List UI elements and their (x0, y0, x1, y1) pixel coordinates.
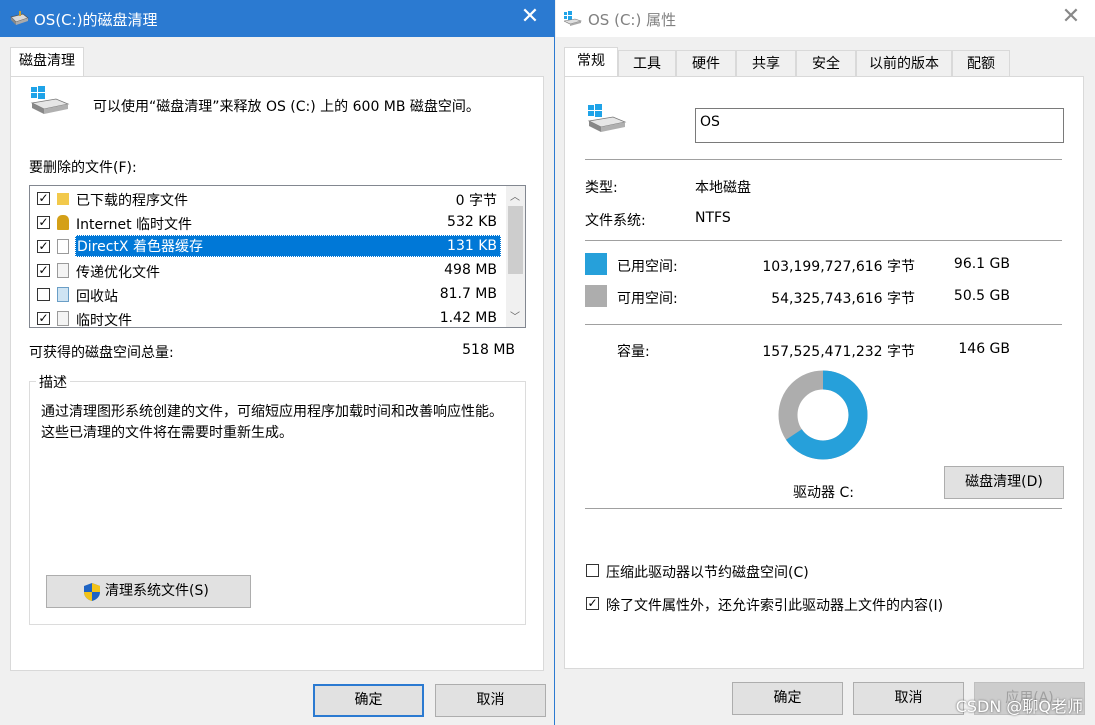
file-size: 81.7 MB (439, 286, 497, 302)
compress-checkbox[interactable] (586, 564, 599, 577)
disk-cleanup-window: OS(C:)的磁盘清理 ✕ 磁盘清理 可以使用“磁盘清理”来释放 OS (C:)… (0, 0, 555, 725)
compress-label[interactable]: 压缩此驱动器以节约磁盘空间(C) (606, 562, 809, 582)
scrollbar-thumb[interactable] (508, 206, 523, 274)
tab-disk-cleanup[interactable]: 磁盘清理 (10, 47, 84, 77)
file-size: 0 字节 (455, 193, 497, 209)
files-label: 要删除的文件(F): (29, 160, 137, 176)
file-checkbox[interactable] (37, 288, 50, 301)
drive-icon (30, 86, 70, 114)
file-checkbox[interactable]: ✓ (37, 264, 50, 277)
file-size: 498 MB (444, 262, 497, 278)
scrollbar[interactable]: ︿ ﹀ (506, 186, 525, 327)
file-size: 131 KB (447, 238, 497, 254)
index-checkbox[interactable]: ✓ (586, 597, 599, 610)
tab-previous-versions[interactable]: 以前的版本 (856, 50, 952, 76)
drive-letter-label: 驱动器 C: (793, 485, 854, 501)
ok-button[interactable]: 确定 (732, 682, 843, 715)
file-size: 532 KB (447, 214, 497, 230)
window-title: OS(C:)的磁盘清理 (34, 11, 158, 29)
title-bar[interactable]: OS (C:) 属性 ✕ (556, 0, 1095, 37)
description-title: 描述 (36, 372, 70, 392)
ok-button[interactable]: 确定 (313, 684, 424, 717)
total-value: 518 MB (462, 342, 515, 358)
file-system-label: 文件系统: (585, 213, 646, 229)
total-label: 可获得的磁盘空间总量: (29, 345, 174, 361)
disk-cleanup-button[interactable]: 磁盘清理(D) (944, 466, 1064, 499)
file-size: 1.42 MB (439, 310, 497, 326)
file-checkbox[interactable]: ✓ (37, 192, 50, 205)
cleanup-panel: 可以使用“磁盘清理”来释放 OS (C:) 上的 600 MB 磁盘空间。 要删… (10, 76, 544, 671)
type-value: 本地磁盘 (695, 180, 751, 196)
tab-hardware[interactable]: 硬件 (676, 50, 736, 76)
file-label: 传递优化文件 (76, 265, 160, 281)
file-system-value: NTFS (695, 210, 731, 226)
watermark: CSDN @聊Q老师 (955, 697, 1083, 716)
window-title: OS (C:) 属性 (588, 11, 677, 29)
divider (585, 240, 1062, 241)
divider (585, 159, 1062, 160)
list-item[interactable]: ✓ Internet 临时文件 532 KB (31, 211, 503, 235)
cleanup-system-files-label: 清理系统文件(S) (105, 583, 209, 599)
folder-icon (57, 193, 69, 205)
file-checkbox[interactable]: ✓ (37, 312, 50, 325)
tab-security[interactable]: 安全 (796, 50, 856, 76)
file-icon (57, 263, 69, 278)
properties-window: OS (C:) 属性 ✕ 常规 工具 硬件 共享 安全 以前的版本 配额 OS 类型: 本地… (556, 0, 1095, 725)
file-label: 已下载的程序文件 (76, 193, 188, 209)
usage-donut (778, 370, 868, 460)
used-space-label: 已用空间: (617, 259, 678, 275)
drive-name-input[interactable]: OS (695, 108, 1064, 143)
free-space-bytes: 54,325,743,616 字节 (771, 291, 915, 307)
list-item[interactable]: ✓ 已下载的程序文件 0 字节 (31, 187, 503, 211)
capacity-label: 容量: (617, 344, 650, 360)
description-text: 通过清理图形系统创建的文件，可缩短应用程序加载时间和改善响应性能。这些已清理的文… (41, 404, 503, 441)
file-label: Internet 临时文件 (76, 217, 193, 233)
tab-quota[interactable]: 配额 (952, 50, 1010, 76)
intro-text: 可以使用“磁盘清理”来释放 OS (C:) 上的 600 MB 磁盘空间。 (93, 99, 480, 115)
used-space-bytes: 103,199,727,616 字节 (762, 259, 915, 275)
free-space-label: 可用空间: (617, 291, 678, 307)
cleanup-system-files-button[interactable]: 清理系统文件(S) (46, 575, 251, 608)
close-button[interactable]: ✕ (518, 6, 542, 30)
file-label: 回收站 (76, 289, 118, 305)
drive-icon (587, 104, 627, 132)
file-label: DirectX 着色器缓存 (75, 235, 501, 257)
file-checkbox[interactable]: ✓ (37, 240, 50, 253)
divider (585, 324, 1062, 325)
lock-icon (57, 215, 69, 230)
capacity-gb: 146 GB (958, 341, 1010, 357)
type-label: 类型: (585, 180, 618, 196)
capacity-bytes: 157,525,471,232 字节 (762, 344, 915, 360)
used-space-legend (585, 253, 607, 275)
used-space-gb: 96.1 GB (953, 256, 1010, 272)
tab-tools[interactable]: 工具 (618, 50, 676, 76)
drive-cleanup-icon (10, 11, 29, 25)
file-label: 临时文件 (76, 313, 132, 328)
tab-sharing[interactable]: 共享 (736, 50, 796, 76)
cancel-button[interactable]: 取消 (435, 684, 546, 717)
divider (585, 508, 1062, 509)
scroll-up-icon[interactable]: ︿ (510, 188, 520, 203)
recycle-bin-icon (57, 287, 69, 302)
list-item[interactable]: 回收站 81.7 MB (31, 283, 503, 307)
tab-general[interactable]: 常规 (564, 47, 618, 77)
free-space-gb: 50.5 GB (953, 288, 1010, 304)
files-list[interactable]: ✓ 已下载的程序文件 0 字节 ✓ Internet 临时文件 532 KB ✓ Direct… (29, 185, 526, 328)
file-icon (57, 311, 69, 326)
cancel-button[interactable]: 取消 (853, 682, 964, 715)
title-bar[interactable]: OS(C:)的磁盘清理 ✕ (0, 0, 554, 37)
drive-icon (564, 11, 582, 26)
general-panel: OS 类型: 本地磁盘 文件系统: NTFS 已用空间: 103,199,727… (564, 76, 1084, 669)
list-item[interactable]: ✓ DirectX 着色器缓存 131 KB (31, 235, 503, 259)
scroll-down-icon[interactable]: ﹀ (510, 308, 520, 323)
file-checkbox[interactable]: ✓ (37, 216, 50, 229)
shield-icon (84, 583, 100, 601)
file-icon (57, 239, 69, 254)
list-item[interactable]: ✓ 传递优化文件 498 MB (31, 259, 503, 283)
close-button[interactable]: ✕ (1059, 6, 1083, 30)
free-space-legend (585, 285, 607, 307)
index-label[interactable]: 除了文件属性外，还允许索引此驱动器上文件的内容(I) (606, 595, 943, 615)
list-item[interactable]: ✓ 临时文件 1.42 MB (31, 307, 503, 328)
